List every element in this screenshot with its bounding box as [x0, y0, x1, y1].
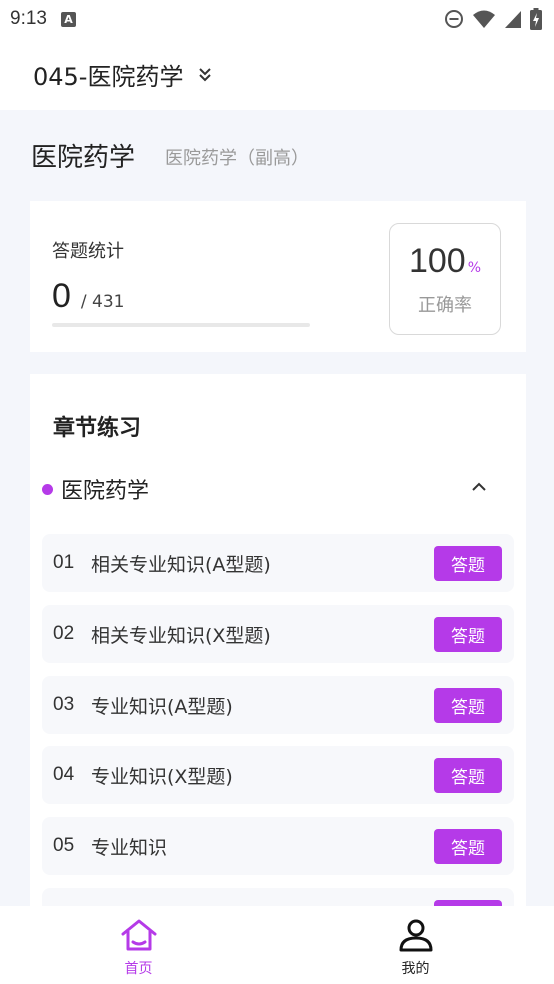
bottom-tab-bar: 首页 我的	[0, 906, 554, 984]
chapter-section-title: 章节练习	[53, 416, 142, 441]
subject-row: 医院药学 医院药学（副高）	[0, 110, 554, 200]
subject-level: 医院药学（副高）	[165, 148, 310, 169]
wifi-icon	[473, 10, 495, 28]
chapter-item-number: 01	[53, 552, 75, 573]
tab-mine-label: 我的	[401, 961, 430, 977]
accuracy-unit: %	[467, 259, 482, 276]
chapter-item-number: 02	[53, 623, 75, 644]
status-bar: 9:13 A	[0, 0, 554, 38]
subject-name: 医院药学	[31, 142, 136, 173]
chapter-item[interactable]: 04 专业知识(X型题) 答题	[42, 746, 514, 804]
accuracy-value: 100	[408, 241, 466, 280]
answer-button[interactable]: 答题	[434, 758, 502, 793]
chapter-item[interactable]: 05 专业知识 答题	[42, 817, 514, 875]
chapter-item[interactable]: 02 相关专业知识(X型题) 答题	[42, 605, 514, 663]
chapter-item-name: 相关专业知识(X型题)	[91, 624, 271, 647]
user-icon	[399, 919, 432, 952]
exam-selector-title[interactable]: 045-医院药学	[33, 57, 183, 92]
chapter-item[interactable]: 01 相关专业知识(A型题) 答题	[42, 534, 514, 592]
chapter-item[interactable]: 03 专业知识(A型题) 答题	[42, 676, 514, 734]
chapter-item-number: 04	[53, 764, 75, 785]
answer-button[interactable]: 答题	[434, 617, 502, 652]
chapter-item-number: 03	[53, 694, 75, 715]
accuracy-box: 100 % 正确率	[389, 223, 501, 335]
double-chevron-down-icon[interactable]	[197, 66, 213, 82]
tab-home-label: 首页	[124, 961, 153, 977]
chapter-item-name: 专业知识(A型题)	[91, 695, 233, 718]
answer-button[interactable]: 答题	[434, 688, 502, 723]
chapter-item-name: 专业知识(X型题)	[91, 765, 233, 788]
chevron-up-icon[interactable]	[470, 478, 488, 500]
status-time: 9:13	[10, 8, 47, 29]
chapter-card: 章节练习 医院药学 01 相关专业知识(A型题) 答题 02 相关专业知识(X型…	[30, 374, 526, 946]
notification-a-icon: A	[60, 11, 76, 27]
signal-icon	[505, 11, 521, 28]
chapter-item-name: 专业知识	[91, 836, 168, 859]
accuracy-label: 正确率	[418, 294, 472, 316]
answer-button[interactable]: 答题	[434, 546, 502, 581]
home-icon	[121, 919, 156, 951]
stats-label: 答题统计	[52, 241, 124, 262]
progress-bar	[52, 323, 310, 327]
chapter-item-number: 05	[53, 835, 75, 856]
total-count: / 431	[80, 292, 125, 312]
app-header[interactable]: 045-医院药学	[0, 38, 554, 110]
answered-count: 0	[52, 277, 71, 315]
battery-icon	[530, 8, 542, 30]
chapter-group-name: 医院药学	[61, 479, 150, 504]
stats-count: 0 / 431	[52, 277, 125, 316]
do-not-disturb-icon	[445, 10, 463, 28]
chapter-item-name: 相关专业知识(A型题)	[91, 553, 271, 576]
tab-mine[interactable]: 我的	[277, 906, 554, 984]
group-dot-icon	[42, 483, 53, 495]
tab-home[interactable]: 首页	[0, 906, 277, 984]
answer-button[interactable]: 答题	[434, 829, 502, 864]
stats-card: 答题统计 0 / 431 100 % 正确率	[30, 201, 526, 352]
chapter-group-header[interactable]: 医院药学	[42, 474, 514, 504]
